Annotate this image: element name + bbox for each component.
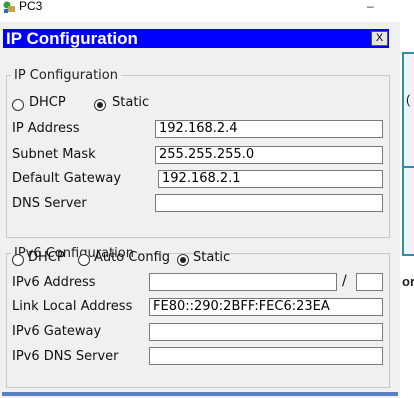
dialog-title: IP Configuration bbox=[6, 29, 138, 48]
minimize-button[interactable]: – bbox=[367, 0, 374, 13]
ipv6-static-radio[interactable] bbox=[177, 254, 189, 266]
ipv6-dhcp-radio[interactable] bbox=[12, 254, 24, 266]
ipv6-dns-server-field[interactable] bbox=[149, 347, 383, 365]
dns-server-label: DNS Server bbox=[12, 196, 87, 211]
ipv6-static-label: Static bbox=[193, 250, 231, 265]
ipv4-group-legend: IP Configuration bbox=[14, 68, 118, 83]
parent-panel-glyph: ( bbox=[406, 92, 411, 107]
dns-server-field[interactable] bbox=[155, 194, 383, 212]
parent-panel-top bbox=[402, 52, 414, 174]
ip-address-label: IP Address bbox=[12, 121, 80, 136]
window-title: PC3 bbox=[19, 0, 43, 13]
ip-address-field[interactable]: 192.168.2.4 bbox=[155, 120, 383, 138]
ipv6-gateway-field[interactable] bbox=[149, 323, 383, 341]
ipv6-config-group: IPv6 Configuration bbox=[6, 246, 390, 388]
parent-panel-text: or bbox=[402, 274, 414, 289]
ipv4-static-label: Static bbox=[112, 95, 150, 110]
window-title-bar: PC3 – bbox=[0, 0, 414, 22]
link-local-address-label: Link Local Address bbox=[12, 299, 133, 314]
prefix-separator: / bbox=[342, 273, 347, 289]
ipv6-dhcp-label: DHCP bbox=[28, 250, 65, 265]
parent-panel-bottom bbox=[402, 166, 414, 256]
ipv6-auto-config-label: Auto Config bbox=[94, 250, 171, 265]
ipv4-dhcp-radio[interactable] bbox=[12, 99, 24, 111]
link-local-address-field[interactable]: FE80::290:2BFF:FEC6:23EA bbox=[149, 298, 383, 316]
ipv6-address-field[interactable] bbox=[149, 273, 337, 291]
ipv6-gateway-label: IPv6 Gateway bbox=[12, 324, 102, 339]
subnet-mask-label: Subnet Mask bbox=[12, 147, 96, 162]
ipv4-static-radio[interactable] bbox=[94, 99, 106, 111]
pc-app-icon bbox=[3, 1, 15, 13]
ipv6-dns-server-label: IPv6 DNS Server bbox=[12, 349, 119, 364]
ipv6-prefix-length-field[interactable] bbox=[356, 273, 383, 291]
ipv6-address-label: IPv6 Address bbox=[12, 275, 96, 290]
default-gateway-label: Default Gateway bbox=[12, 171, 122, 186]
dialog-title-bar: IP Configuration X bbox=[3, 29, 389, 48]
default-gateway-field[interactable]: 192.168.2.1 bbox=[158, 170, 383, 188]
dialog-bottom-border bbox=[2, 392, 398, 396]
ipv4-dhcp-label: DHCP bbox=[29, 95, 66, 110]
ip-configuration-dialog: IP Configuration X IP Configuration DHCP… bbox=[0, 22, 400, 398]
close-button[interactable]: X bbox=[371, 31, 388, 46]
ipv6-auto-config-radio[interactable] bbox=[78, 254, 90, 266]
subnet-mask-field[interactable]: 255.255.255.0 bbox=[155, 146, 383, 164]
